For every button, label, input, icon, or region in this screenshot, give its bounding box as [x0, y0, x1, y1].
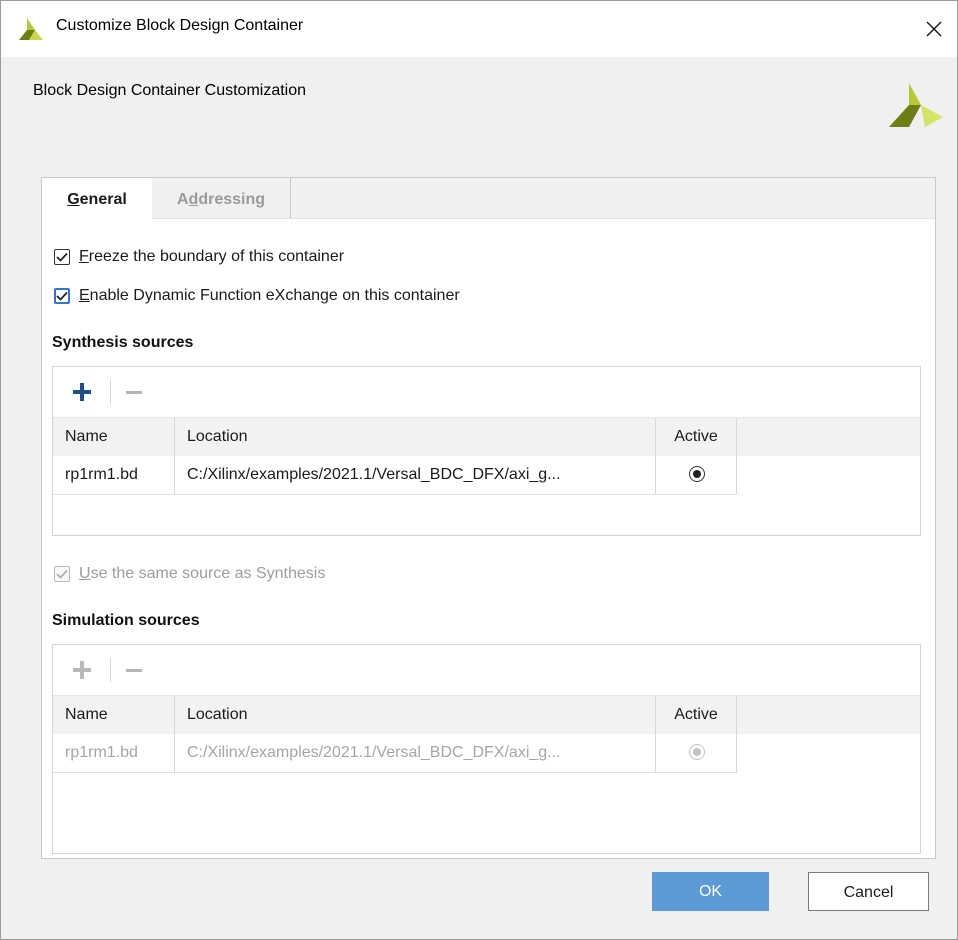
table-row[interactable]: rp1rm1.bd C:/Xilinx/examples/2021.1/Vers… — [53, 456, 738, 495]
add-synthesis-source-button[interactable] — [67, 377, 97, 407]
freeze-boundary-checkbox[interactable]: Freeze the boundary of this container — [54, 246, 344, 268]
plus-icon — [73, 661, 91, 679]
ok-button[interactable]: OK — [652, 872, 769, 911]
simulation-sources-title: Simulation sources — [52, 612, 200, 629]
minus-icon — [126, 391, 142, 394]
active-radio[interactable] — [689, 466, 705, 482]
column-header-name[interactable]: Name — [53, 418, 175, 456]
close-button[interactable] — [911, 1, 957, 57]
add-simulation-source-button[interactable] — [67, 655, 97, 685]
column-header-location[interactable]: Location — [175, 418, 656, 456]
checkbox-checked-icon — [54, 566, 70, 582]
dialog-window: Customize Block Design Container Block D… — [0, 0, 958, 940]
source-location: C:/Xilinx/examples/2021.1/Versal_BDC_DFX… — [175, 456, 656, 494]
use-same-source-checkbox[interactable]: Use the same source as Synthesis — [54, 563, 325, 585]
source-location: C:/Xilinx/examples/2021.1/Versal_BDC_DFX… — [175, 734, 656, 772]
xilinx-brand-icon — [889, 83, 943, 127]
synthesis-toolbar — [53, 367, 920, 417]
toolbar-separator — [110, 658, 111, 682]
column-header-active[interactable]: Active — [656, 696, 737, 734]
column-header-name[interactable]: Name — [53, 696, 175, 734]
source-name: rp1rm1.bd — [53, 734, 175, 772]
synthesis-sources-table: Name Location Active rp1rm1.bd C:/Xilinx… — [52, 366, 921, 536]
simulation-sources-table: Name Location Active rp1rm1.bd C:/Xilinx… — [52, 644, 921, 854]
window-title: Customize Block Design Container — [56, 17, 304, 34]
remove-synthesis-source-button[interactable] — [119, 377, 149, 407]
table-row: rp1rm1.bd C:/Xilinx/examples/2021.1/Vers… — [53, 734, 738, 773]
enable-dfx-checkbox[interactable]: Enable Dynamic Function eXchange on this… — [54, 285, 460, 307]
settings-panel: General Addressing Freeze the boundary o… — [41, 177, 936, 859]
cancel-button[interactable]: Cancel — [808, 872, 929, 911]
dialog-header: Block Design Container Customization — [33, 82, 307, 99]
xilinx-logo-icon — [19, 18, 43, 40]
column-header-location[interactable]: Location — [175, 696, 656, 734]
table-header: Name Location Active — [53, 696, 920, 734]
toolbar-separator — [110, 380, 111, 404]
synthesis-sources-title: Synthesis sources — [52, 334, 194, 351]
tab-bar: General Addressing — [42, 178, 935, 219]
table-header: Name Location Active — [53, 418, 920, 456]
plus-icon — [73, 383, 91, 401]
title-bar: Customize Block Design Container — [1, 1, 957, 57]
active-cell — [656, 456, 737, 494]
source-name: rp1rm1.bd — [53, 456, 175, 494]
active-cell — [656, 734, 737, 772]
tab-addressing[interactable]: Addressing — [152, 178, 291, 218]
column-header-active[interactable]: Active — [656, 418, 737, 456]
checkbox-checked-icon — [54, 288, 70, 304]
active-radio — [689, 744, 705, 760]
simulation-table-area: Name Location Active rp1rm1.bd C:/Xilinx… — [53, 695, 920, 853]
close-icon — [926, 21, 942, 37]
checkbox-checked-icon — [54, 249, 70, 265]
minus-icon — [126, 669, 142, 672]
simulation-toolbar — [53, 645, 920, 695]
tab-general[interactable]: General — [42, 178, 152, 219]
remove-simulation-source-button[interactable] — [119, 655, 149, 685]
synthesis-table-area: Name Location Active rp1rm1.bd C:/Xilinx… — [53, 417, 920, 535]
